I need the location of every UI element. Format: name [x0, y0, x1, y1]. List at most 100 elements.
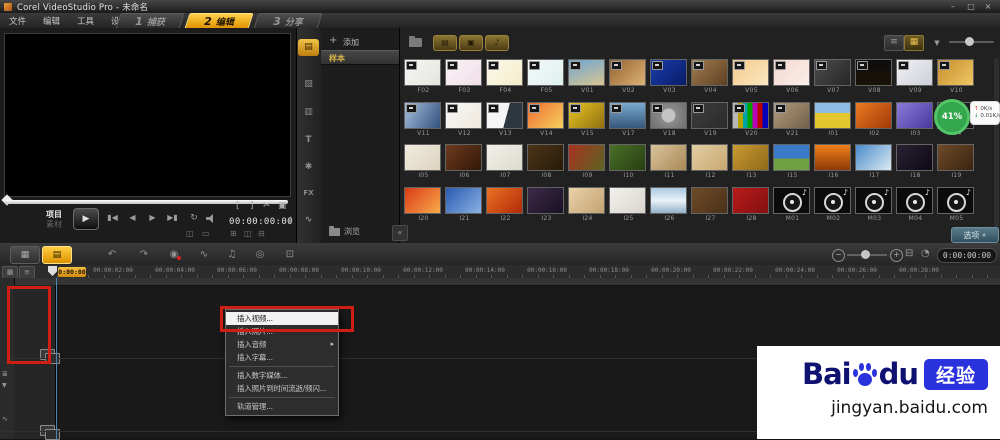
undo-icon[interactable]: ↶	[102, 247, 122, 262]
library-thumbnail[interactable]: I01	[814, 102, 853, 137]
library-thumbnail[interactable]: V18	[650, 102, 689, 137]
library-thumbnail[interactable]: V15	[568, 102, 607, 137]
library-thumbnail[interactable]: I08	[527, 144, 566, 179]
library-thumbnail[interactable]: I15	[773, 144, 812, 179]
display-toggle-icon[interactable]: ◫	[244, 229, 252, 238]
library-thumbnail[interactable]: V07	[814, 59, 853, 94]
display-toggle-icon[interactable]: ⊞	[230, 229, 237, 238]
library-thumbnail[interactable]: I16	[814, 144, 853, 179]
library-thumbnail[interactable]: V17	[609, 102, 648, 137]
context-menu-item[interactable]: 轨道管理...	[226, 400, 338, 413]
library-thumbnail[interactable]: V09	[896, 59, 935, 94]
timeline-view-button[interactable]: ▤	[42, 246, 72, 264]
library-thumbnail[interactable]: V04	[691, 59, 730, 94]
library-thumbnail[interactable]: I22	[486, 187, 525, 222]
clip-mode-label[interactable]: 素材	[46, 219, 62, 230]
library-thumbnail[interactable]: I19	[937, 144, 976, 179]
context-menu-item[interactable]: 插入照片到时间流逝/频闪...	[226, 382, 338, 395]
volume-icon[interactable]	[206, 214, 216, 223]
redo-icon[interactable]: ↷	[134, 247, 154, 262]
audio-filter-icon[interactable]: ♪	[485, 35, 509, 51]
auto-music-icon[interactable]: ♫	[222, 247, 242, 262]
library-thumbnail[interactable]: I05	[404, 144, 443, 179]
library-thumbnail[interactable]: I07	[486, 144, 525, 179]
library-thumbnail[interactable]: V20	[732, 102, 771, 137]
tab-capture[interactable]: 1捕获	[115, 13, 184, 29]
library-thumbnail[interactable]: V10	[937, 59, 976, 94]
duration-clock-icon[interactable]: ◔	[921, 248, 930, 259]
library-thumbnail[interactable]: ♪M03	[855, 187, 894, 222]
library-thumbnail[interactable]: I23	[527, 187, 566, 222]
library-thumbnail[interactable]: I02	[855, 102, 894, 137]
options-expander-button[interactable]: 选项 «	[951, 227, 999, 243]
library-thumbnail[interactable]: I25	[609, 187, 648, 222]
display-toggle-icon[interactable]: ▭	[202, 229, 210, 238]
library-thumbnail[interactable]: V01	[568, 59, 607, 94]
mark-in-button[interactable]: [	[236, 201, 240, 211]
playhead-line[interactable]	[56, 278, 57, 439]
library-thumbnail[interactable]: V21	[773, 102, 812, 137]
play-button[interactable]: ▶	[73, 208, 99, 230]
photo-filter-icon[interactable]: ▣	[459, 35, 483, 51]
tab-edit[interactable]: 2编辑	[184, 13, 253, 29]
net-speed-badge[interactable]: 41%	[934, 99, 970, 135]
step-down-icon[interactable]: ▼	[289, 221, 292, 226]
scrubber-track[interactable]	[4, 200, 288, 204]
repeat-button[interactable]: ↻	[187, 211, 201, 225]
zoom-out-icon[interactable]: −	[832, 249, 845, 262]
library-thumbnail[interactable]: F02	[404, 59, 443, 94]
library-thumbnail[interactable]: ♪M02	[814, 187, 853, 222]
library-thumbnail[interactable]: V08	[855, 59, 894, 94]
library-thumbnail[interactable]: V06	[773, 59, 812, 94]
library-thumbnail[interactable]: I17	[855, 144, 894, 179]
end-button[interactable]: ▶▮	[164, 211, 181, 225]
library-thumbnail[interactable]: I27	[691, 187, 730, 222]
wave-icon[interactable]: ∿	[2, 415, 8, 423]
menu-item[interactable]: 工具	[77, 15, 94, 27]
library-thumbnail[interactable]: ♪M01	[773, 187, 812, 222]
tab-share[interactable]: 3分享	[253, 13, 322, 29]
library-thumbnail[interactable]: V05	[732, 59, 771, 94]
library-thumbnail[interactable]: F04	[486, 59, 525, 94]
track-transparency-icon[interactable]: ◎	[250, 247, 270, 262]
track-manager-icon[interactable]: ≣	[2, 370, 8, 378]
fit-project-icon[interactable]: ⊟	[905, 248, 913, 259]
library-thumbnail[interactable]: ♪M04	[896, 187, 935, 222]
library-thumbnail[interactable]: V11	[404, 102, 443, 137]
library-thumbnail[interactable]: I03	[896, 102, 935, 137]
display-toggle-icon[interactable]: ◫	[186, 229, 194, 238]
library-thumbnail[interactable]: I21	[445, 187, 484, 222]
library-thumbnail[interactable]: F03	[445, 59, 484, 94]
library-thumbnail[interactable]: I18	[896, 144, 935, 179]
display-toggle-icon[interactable]: ⊟	[258, 229, 265, 238]
storyboard-view-button[interactable]: ▦	[10, 246, 40, 264]
video-filter-icon[interactable]: ▤	[433, 35, 457, 51]
title-safe-icon[interactable]: ⊡	[280, 247, 300, 262]
timeline-zoom-slider-thumb[interactable]	[861, 250, 870, 259]
split-clip-icon[interactable]: ✂	[263, 201, 271, 211]
library-thumbnail[interactable]: I24	[568, 187, 607, 222]
next-frame-button[interactable]: ▶	[144, 211, 161, 225]
zoom-in-icon[interactable]: +	[890, 249, 903, 262]
library-thumbnail[interactable]: V12	[445, 102, 484, 137]
library-thumbnail[interactable]: V02	[609, 59, 648, 94]
library-thumbnail[interactable]: I09	[568, 144, 607, 179]
timeline-ruler[interactable]: ▦ ≡ 00:00:02:0000:00:04:0000:00:06:0000:…	[0, 265, 1000, 279]
context-menu-item[interactable]: 插入数字媒体...	[226, 369, 338, 382]
library-thumbnail[interactable]: V13	[486, 102, 525, 137]
library-thumbnail[interactable]: V19	[691, 102, 730, 137]
menu-item[interactable]: 编辑	[43, 15, 60, 27]
home-button[interactable]: ▮◀	[104, 211, 121, 225]
close-button[interactable]: ×	[981, 1, 995, 12]
sound-mixer-icon[interactable]: ∿	[194, 247, 214, 262]
context-menu-item[interactable]: 插入字幕...	[226, 351, 338, 364]
capture-frame-icon[interactable]: ▣	[278, 201, 287, 211]
library-thumbnail[interactable]: V14	[527, 102, 566, 137]
record-capture-icon[interactable]: ◉	[164, 247, 184, 262]
prev-frame-button[interactable]: ◀	[124, 211, 141, 225]
timecode-stepper[interactable]: ▲ ▼	[289, 216, 292, 226]
library-thumbnail[interactable]: I11	[650, 144, 689, 179]
library-thumbnail[interactable]: I28	[732, 187, 771, 222]
library-thumbnail[interactable]: I26	[650, 187, 689, 222]
library-thumbnail[interactable]: I13	[732, 144, 771, 179]
